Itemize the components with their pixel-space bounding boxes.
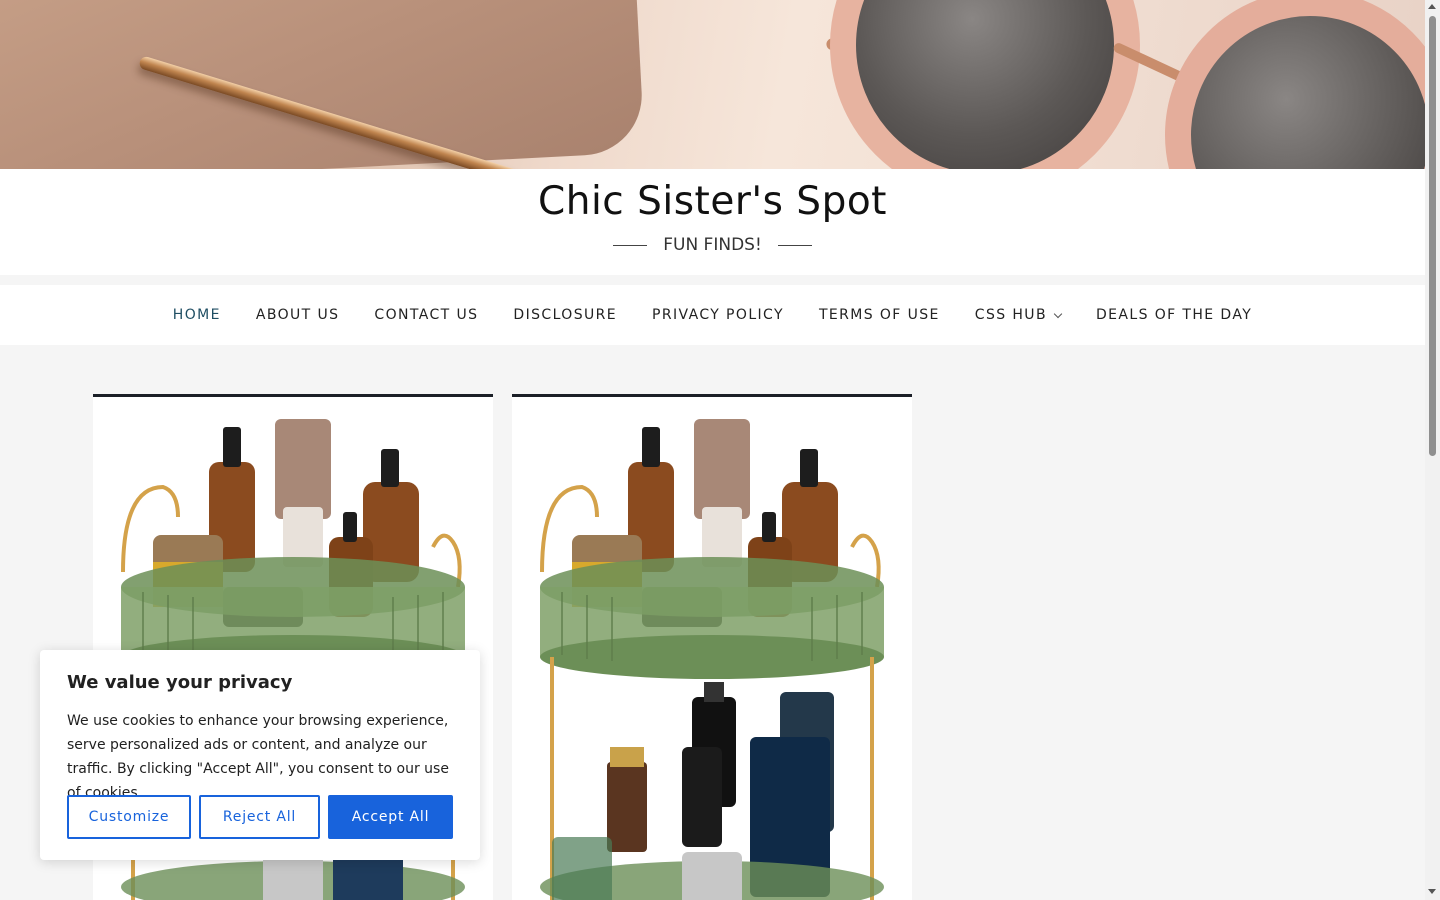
nav-about-us[interactable]: ABOUT US	[256, 307, 340, 323]
banner-pouch	[0, 0, 645, 169]
tagline-row: FUN FINDS!	[0, 235, 1425, 255]
cookie-description: We use cookies to enhance your browsing …	[67, 713, 449, 801]
scrollbar-thumb[interactable]	[1429, 16, 1436, 456]
nav-privacy-policy[interactable]: PRIVACY POLICY	[652, 307, 784, 323]
site-tagline: FUN FINDS!	[663, 235, 762, 255]
site-branding: Chic Sister's Spot FUN FINDS!	[0, 169, 1425, 275]
main-navigation: HOME ABOUT US CONTACT US DISCLOSURE PRIV…	[0, 285, 1425, 345]
reject-all-button[interactable]: Reject All	[199, 795, 320, 839]
scroll-up-arrow-icon[interactable]	[1428, 4, 1436, 9]
tagline-line-right	[777, 244, 812, 246]
nav-terms-of-use[interactable]: TERMS OF USE	[819, 307, 940, 323]
chevron-down-icon	[1053, 309, 1063, 318]
scroll-down-arrow-icon[interactable]	[1428, 889, 1436, 894]
site-title[interactable]: Chic Sister's Spot	[0, 179, 1425, 224]
cookie-button-row: Customize Reject All Accept All	[67, 795, 453, 839]
nav-home[interactable]: HOME	[173, 307, 221, 323]
nav-css-hub-label: CSS HUB	[974, 307, 1047, 323]
cookie-consent-banner: We value your privacy We use cookies to …	[40, 650, 480, 860]
page-scrollbar[interactable]	[1425, 0, 1440, 900]
header-banner-image	[0, 0, 1425, 169]
cookie-title: We value your privacy	[67, 672, 293, 693]
accept-all-button[interactable]: Accept All	[328, 795, 453, 839]
nav-css-hub[interactable]: CSS HUB	[974, 307, 1063, 323]
nav-disclosure[interactable]: DISCLOSURE	[513, 307, 617, 323]
customize-button[interactable]: Customize	[67, 795, 191, 839]
post-thumbnail-image[interactable]	[512, 397, 912, 900]
nav-deals-of-the-day[interactable]: DEALS OF THE DAY	[1096, 307, 1252, 323]
banner-sunglasses-lens-left	[830, 0, 1140, 169]
nav-contact-us[interactable]: CONTACT US	[374, 307, 478, 323]
post-card[interactable]	[512, 394, 912, 900]
tagline-line-left	[613, 244, 648, 246]
banner-sunglasses-lens-right	[1165, 0, 1425, 169]
